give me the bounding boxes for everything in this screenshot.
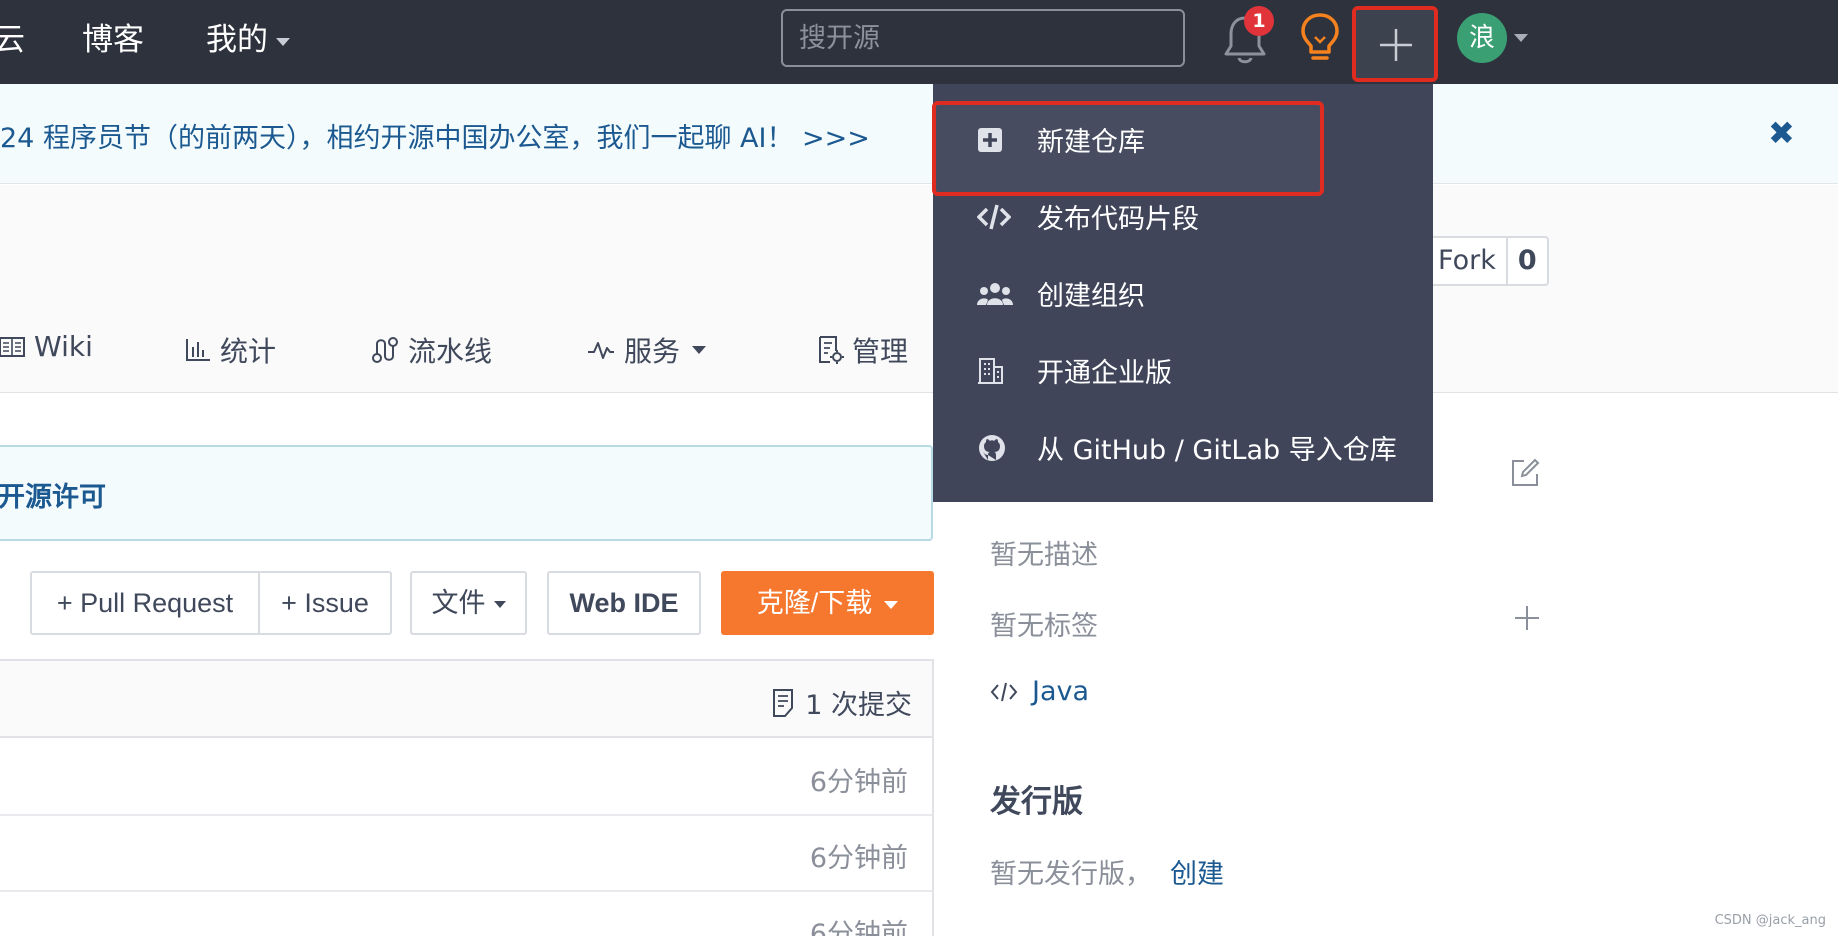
web-ide-button[interactable]: Web IDE <box>547 571 701 635</box>
close-icon[interactable]: ✖ <box>1768 114 1795 152</box>
book-icon <box>0 336 25 357</box>
new-issue-button[interactable]: + Issue <box>258 571 392 635</box>
chevron-down-icon <box>276 37 290 46</box>
create-release-link[interactable]: 创建 <box>1170 859 1224 890</box>
settings-doc-icon <box>819 336 844 364</box>
chevron-down-icon <box>692 346 707 354</box>
license-notice: 开源许可 <box>0 445 933 541</box>
chevron-down-icon <box>493 601 506 609</box>
tab-manage-label: 管理 <box>852 335 909 368</box>
commit-count-label: 1 次提交 <box>805 690 912 721</box>
fork-button[interactable]: Fork 0 <box>1430 236 1549 286</box>
file-time: 6分钟前 <box>809 919 908 936</box>
commit-count-link[interactable]: 1 次提交 <box>771 683 912 722</box>
nav-item-cloud[interactable]: 云 <box>0 18 25 62</box>
announcement-link[interactable]: 24 程序员节（的前两天），相约开源中国办公室，我们一起聊 AI！ >>> <box>0 116 870 155</box>
nav-item-blog[interactable]: 博客 <box>82 18 144 62</box>
menu-item-org[interactable]: 创建组织 <box>933 255 1433 332</box>
menu-item-enterprise-label: 开通企业版 <box>1037 358 1172 389</box>
activity-icon <box>588 342 614 359</box>
file-time: 6分钟前 <box>809 767 908 798</box>
plus-square-icon <box>978 127 1002 152</box>
menu-item-snippet[interactable]: 发布代码片段 <box>933 178 1433 255</box>
license-link[interactable]: 开源许可 <box>0 475 106 514</box>
tab-pipeline-label: 流水线 <box>408 335 493 368</box>
top-navbar: 云 博客 我的 1 浪 <box>0 0 1838 84</box>
chevron-down-icon[interactable] <box>1514 34 1528 42</box>
notification-badge: 1 <box>1244 6 1274 36</box>
menu-item-new-repo-label: 新建仓库 <box>1037 127 1145 158</box>
code-icon <box>977 204 1011 229</box>
tab-wiki[interactable]: Wiki <box>0 330 93 363</box>
new-pull-request-button[interactable]: + Pull Request <box>30 571 260 635</box>
building-icon <box>978 357 1003 384</box>
search-input[interactable] <box>781 9 1185 67</box>
add-tag-icon[interactable] <box>1513 604 1541 632</box>
menu-item-import-label: 从 GitHub / GitLab 导入仓库 <box>1037 435 1397 466</box>
menu-item-new-repo[interactable]: 新建仓库 <box>933 101 1433 178</box>
chevron-down-icon <box>884 600 899 609</box>
table-row[interactable]: 6分钟前 <box>0 816 932 892</box>
tab-services-label: 服务 <box>624 335 681 368</box>
no-tags-text: 暂无标签 <box>990 611 1098 642</box>
tab-services[interactable]: 服务 <box>586 330 707 370</box>
github-icon <box>979 434 1005 461</box>
menu-item-enterprise[interactable]: 开通企业版 <box>933 332 1433 409</box>
tab-stats-label: 统计 <box>220 335 277 368</box>
language-link[interactable]: Java <box>990 676 1089 707</box>
menu-item-org-label: 创建组织 <box>1037 281 1145 312</box>
tab-pipeline[interactable]: 流水线 <box>370 330 492 370</box>
language-label: Java <box>1032 676 1090 707</box>
no-description-text: 暂无描述 <box>990 540 1098 571</box>
tab-wiki-label: Wiki <box>34 330 93 363</box>
file-list-header: 1 次提交 <box>0 661 932 738</box>
file-dropdown-label: 文件 <box>431 588 486 618</box>
create-menu-button[interactable] <box>1352 6 1438 82</box>
bar-chart-icon <box>186 339 210 361</box>
file-time: 6分钟前 <box>809 843 908 874</box>
menu-item-snippet-label: 发布代码片段 <box>1037 204 1199 235</box>
commit-doc-icon <box>773 688 794 717</box>
avatar[interactable]: 浪 <box>1457 13 1507 63</box>
menu-item-import[interactable]: 从 GitHub / GitLab 导入仓库 <box>933 409 1433 486</box>
fork-count[interactable]: 0 <box>1505 238 1547 284</box>
clone-download-button[interactable]: 克隆/下载 <box>721 571 934 635</box>
pipeline-icon <box>372 337 398 363</box>
file-list: 1 次提交 6分钟前 6分钟前 6分钟前 <box>0 659 934 936</box>
tab-stats[interactable]: 统计 <box>184 330 276 370</box>
code-icon <box>990 682 1018 701</box>
file-dropdown-button[interactable]: 文件 <box>410 571 527 635</box>
watermark: CSDN @jack_ang <box>1714 913 1826 928</box>
table-row[interactable]: 6分钟前 <box>0 892 932 936</box>
nav-item-mine-label: 我的 <box>206 22 268 58</box>
no-release-text: 暂无发行版， 创建 <box>990 852 1224 891</box>
plus-icon <box>1380 29 1412 61</box>
no-release-label: 暂无发行版， <box>990 859 1152 890</box>
table-row[interactable]: 6分钟前 <box>0 740 932 816</box>
lightbulb-icon[interactable] <box>1298 12 1342 62</box>
release-section-title: 发行版 <box>990 784 1083 820</box>
nav-item-mine[interactable]: 我的 <box>206 18 290 62</box>
fork-label: Fork <box>1438 245 1496 276</box>
users-icon <box>977 282 1013 305</box>
clone-download-label: 克隆/下载 <box>756 588 873 618</box>
tab-manage[interactable]: 管理 <box>816 330 908 370</box>
edit-icon[interactable] <box>1510 458 1540 488</box>
announcement-banner: 24 程序员节（的前两天），相约开源中国办公室，我们一起聊 AI！ >>> ✖ <box>0 84 1838 184</box>
